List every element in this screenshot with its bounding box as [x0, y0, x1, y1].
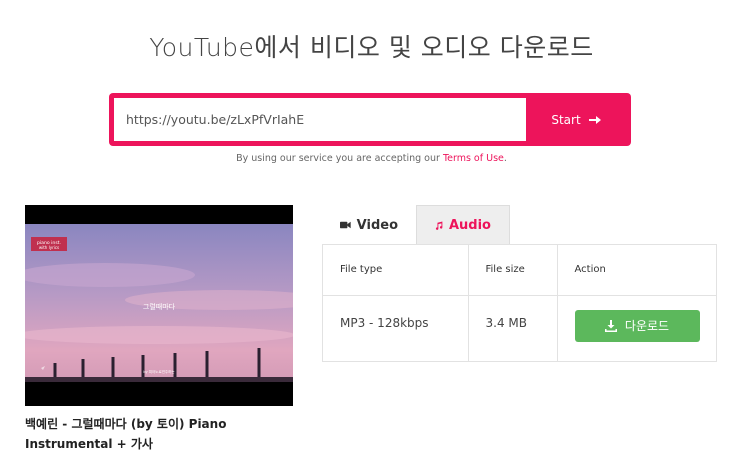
page-title: YouTube에서 비디오 및 오디오 다운로드	[149, 33, 594, 62]
tab-video-label: Video	[356, 217, 398, 233]
terms-link[interactable]: Terms of Use	[443, 153, 504, 164]
url-input[interactable]	[114, 98, 526, 141]
header-action: Action	[557, 245, 716, 296]
tab-audio[interactable]: Audio	[416, 205, 510, 245]
download-table: File type File size Action MP3 - 128kbps…	[322, 244, 717, 362]
video-thumbnail[interactable]: piano inst. with lyrics 그럴때마다 by 피아노로연주하…	[25, 205, 293, 406]
download-icon	[604, 319, 617, 332]
terms-suffix: .	[503, 153, 507, 164]
format-tabs: Video Audio	[322, 205, 510, 245]
table-row: MP3 - 128kbps 3.4 MB 다운로드	[323, 295, 716, 361]
thumbnail-image: piano inst. with lyrics 그럴때마다 by 피아노로연주하…	[25, 205, 293, 406]
cell-file-size: 3.4 MB	[468, 295, 558, 361]
tab-video[interactable]: Video	[322, 205, 416, 245]
terms-notice: By using our service you are accepting o…	[0, 153, 743, 164]
music-note-icon	[435, 221, 443, 230]
start-button[interactable]: Start	[526, 98, 626, 141]
thumb-badge-2: with lyrics	[39, 245, 59, 250]
download-label: 다운로드	[624, 319, 670, 333]
download-button[interactable]: 다운로드	[574, 309, 700, 342]
cell-file-type: MP3 - 128kbps	[323, 295, 469, 361]
search-bar: Start	[109, 93, 631, 146]
video-title: 백예린 - 그럴때마다 (by 토이) Piano Instrumental +…	[25, 417, 227, 451]
thumb-center-text: 그럴때마다	[143, 302, 176, 311]
arrow-right-icon	[588, 115, 601, 124]
cell-action: 다운로드	[557, 295, 716, 361]
tab-audio-label: Audio	[448, 218, 491, 233]
header-file-size: File size	[468, 245, 558, 296]
video-camera-icon	[340, 221, 351, 229]
start-label: Start	[551, 112, 581, 127]
header-file-type: File type	[323, 245, 469, 296]
terms-prefix: By using our service you are accepting o…	[236, 153, 443, 164]
thumb-caption: by 피아노로연주하는	[143, 369, 175, 374]
